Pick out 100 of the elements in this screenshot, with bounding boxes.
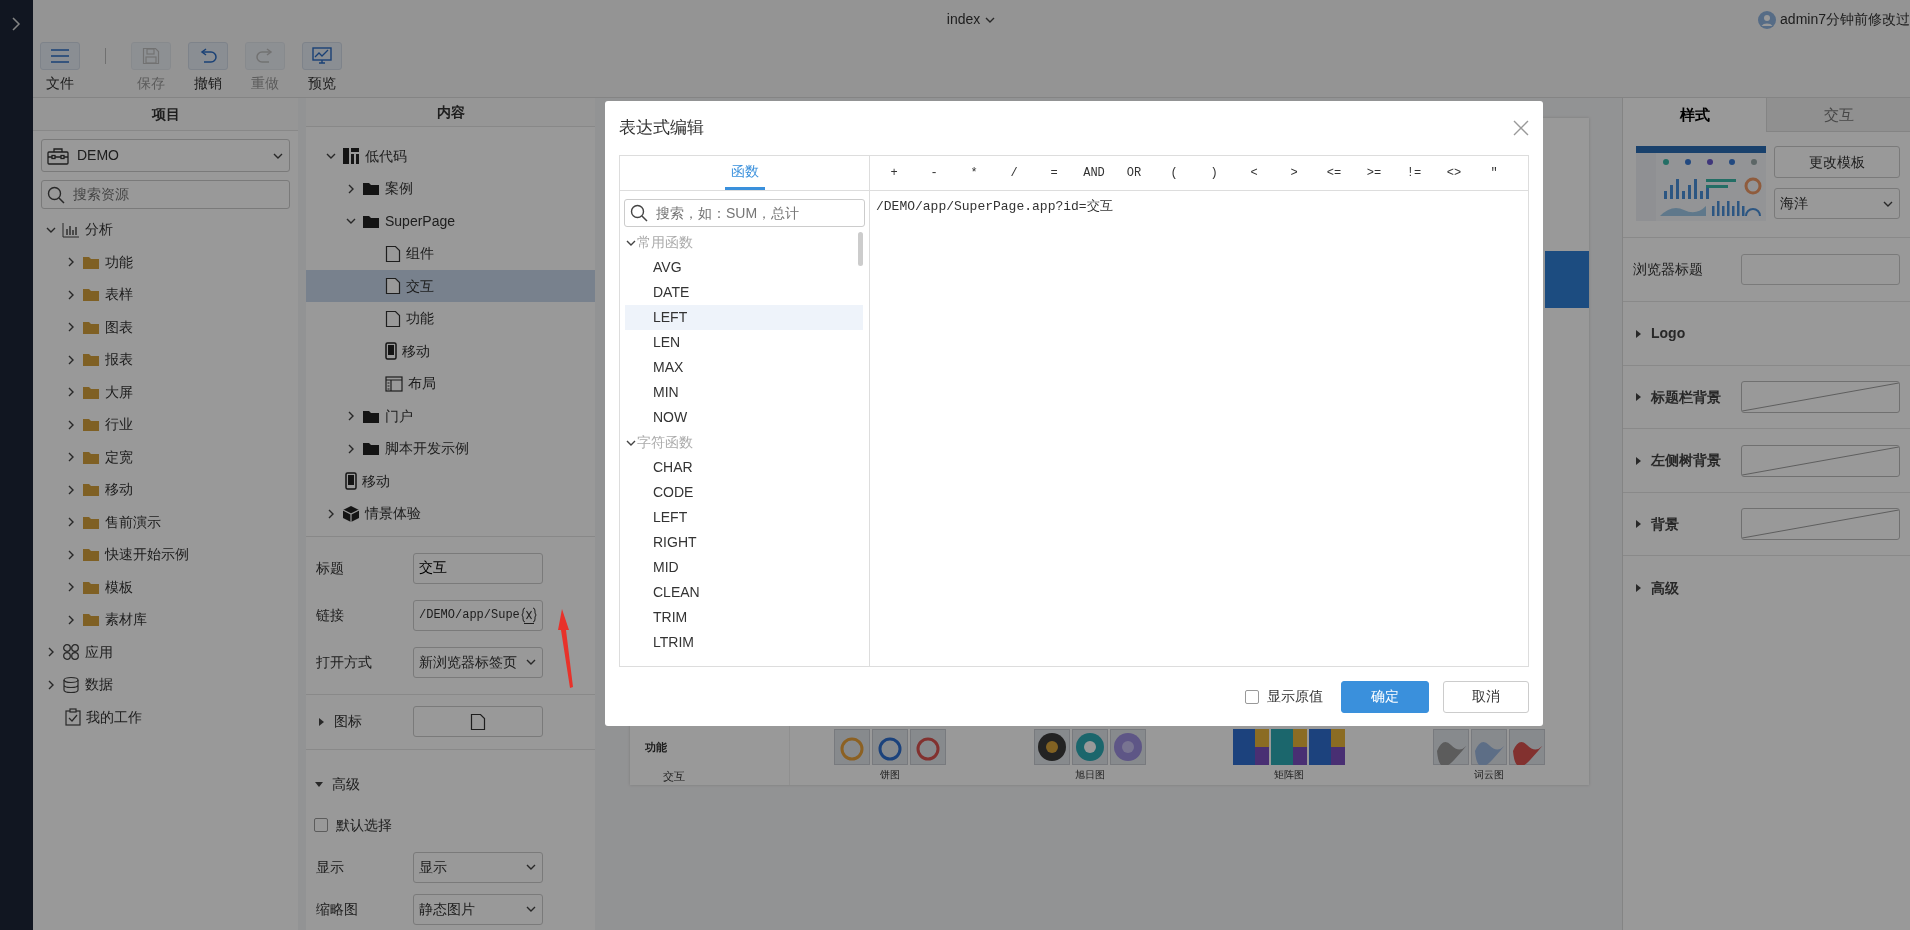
title-dropdown[interactable]: index (946, 9, 997, 30)
scrollbar-thumb[interactable] (858, 232, 863, 266)
tree-item[interactable]: 行业 (105, 414, 133, 436)
variable-icon[interactable] (521, 606, 537, 625)
operator-button[interactable]: - (914, 164, 954, 182)
tree-item[interactable]: 分析 (85, 219, 113, 241)
operator-button[interactable]: AND (1074, 164, 1114, 182)
operator-button[interactable]: * (954, 164, 994, 182)
tab[interactable]: 函数 (724, 156, 765, 190)
triangle-icon[interactable] (1633, 328, 1643, 339)
function-item[interactable]: DATE (625, 280, 863, 305)
tree-item[interactable]: 表样 (105, 284, 133, 306)
select-field[interactable]: 新浏览器标签页 (413, 646, 543, 678)
function-item[interactable]: TRIM (625, 605, 863, 630)
tree-item[interactable]: 模板 (105, 576, 133, 598)
tree-item[interactable]: 快速开始示例 (105, 544, 189, 566)
tree-item[interactable]: 定宽 (105, 446, 133, 468)
tree-item[interactable]: 售前演示 (105, 511, 161, 533)
function-item[interactable]: NOW (625, 405, 863, 430)
operator-button[interactable]: = (1034, 164, 1074, 182)
triangle-icon[interactable] (314, 779, 324, 789)
tree-item[interactable]: 图表 (105, 316, 133, 338)
row-label: 功能 (645, 740, 668, 755)
tree-item[interactable]: 数据 (85, 674, 113, 696)
function-item[interactable]: LEFT (625, 305, 863, 330)
tree-row[interactable]: 布局 (306, 367, 595, 400)
operator-button[interactable]: ( (1154, 164, 1194, 182)
theme-select[interactable]: 海洋 (1774, 188, 1900, 220)
function-item[interactable]: MAX (625, 355, 863, 380)
tree-row[interactable]: 门户 (306, 399, 595, 433)
project-select[interactable]: DEMO (41, 139, 290, 173)
function-item[interactable]: LTRIM (625, 630, 863, 655)
tree-row[interactable]: 移动 (306, 334, 595, 368)
tree-item[interactable]: 移动 (105, 479, 133, 501)
function-item[interactable]: MIN (625, 380, 863, 405)
checkbox[interactable] (314, 818, 328, 832)
function-item[interactable]: RIGHT (625, 530, 863, 555)
operator-button[interactable]: > (1274, 164, 1314, 182)
tree-item[interactable]: 功能 (105, 251, 133, 273)
tree-row[interactable]: 情景体验 (306, 497, 595, 530)
tree-row[interactable]: 脚本开发示例 (306, 432, 595, 465)
operator-button[interactable]: " (1474, 164, 1514, 182)
operator-button[interactable]: + (874, 164, 914, 182)
tree-item[interactable]: 素材库 (105, 609, 147, 631)
tree-row[interactable]: 功能 (306, 302, 595, 335)
tree-item-label: 门户 (385, 406, 413, 426)
change-template-button[interactable]: 更改模板 (1774, 146, 1900, 179)
empty-color-swatch[interactable] (1741, 444, 1900, 477)
operator-button[interactable]: / (994, 164, 1034, 182)
text-field[interactable] (1741, 254, 1900, 286)
operator-button[interactable]: != (1394, 164, 1434, 182)
header-strip (1545, 251, 1589, 309)
triangle-icon[interactable] (316, 716, 326, 727)
tree-row[interactable]: SuperPage (306, 204, 595, 238)
tree-row[interactable]: 移动 (306, 464, 595, 498)
tree-item-label: 案例 (385, 179, 413, 199)
operator-button[interactable]: <> (1434, 164, 1474, 182)
tree-row[interactable]: 交互 (306, 269, 595, 303)
tree-row[interactable]: 低代码 (306, 139, 595, 173)
operator-button[interactable]: ) (1194, 164, 1234, 182)
operator-button[interactable]: >= (1354, 164, 1394, 182)
function-item[interactable]: CHAR (625, 455, 863, 480)
confirm-button[interactable]: 确定 (1341, 680, 1429, 713)
chart-thumbnail-drawing (1433, 729, 1470, 765)
tree-item[interactable]: 应用 (85, 641, 113, 663)
operator-button[interactable]: < (1234, 164, 1274, 182)
function-item[interactable]: AVG (625, 255, 863, 280)
triangle-icon[interactable] (1633, 455, 1643, 466)
tree-item[interactable]: 我的工作 (86, 706, 142, 728)
undo-button[interactable] (188, 42, 228, 70)
checkbox[interactable] (1245, 689, 1259, 704)
empty-color-swatch[interactable] (1741, 381, 1900, 414)
search-box[interactable]: 搜索，如：SUM，总计 (624, 199, 865, 227)
select-field[interactable]: 显示 (413, 851, 543, 883)
function-item[interactable]: LEFT (625, 505, 863, 530)
search-box[interactable]: 搜索资源 (41, 180, 290, 210)
function-item[interactable]: CLEAN (625, 580, 863, 605)
function-item[interactable]: LEN (625, 330, 863, 355)
select-field[interactable]: 静态图片 (413, 893, 543, 925)
triangle-icon[interactable] (1633, 583, 1643, 594)
function-item[interactable]: MID (625, 555, 863, 580)
link-field[interactable]: /DEMO/app/Supe (413, 599, 543, 631)
triangle-icon[interactable] (1633, 519, 1643, 530)
folder-icon (362, 408, 380, 424)
triangle-icon[interactable] (1633, 392, 1643, 403)
close-icon[interactable] (1513, 120, 1529, 136)
tree-item[interactable]: 报表 (105, 349, 133, 371)
operator-button[interactable]: OR (1114, 164, 1154, 182)
expand-icon[interactable] (9, 16, 23, 32)
text-field[interactable]: 交互 (413, 552, 543, 584)
operator-button[interactable]: <= (1314, 164, 1354, 182)
field-label: 显示 (316, 857, 345, 877)
tree-item[interactable]: 大屏 (105, 381, 133, 403)
cancel-button[interactable]: 取消 (1443, 680, 1529, 713)
tree-row[interactable]: 案例 (306, 172, 595, 205)
function-item[interactable]: CODE (625, 480, 863, 505)
expression-editor[interactable]: /DEMO/app/SuperPage.app?id=交互 (870, 191, 1528, 666)
section-label: 背景 (1651, 514, 1679, 534)
empty-color-swatch[interactable] (1741, 508, 1900, 541)
tree-row[interactable]: 组件 (306, 237, 595, 270)
